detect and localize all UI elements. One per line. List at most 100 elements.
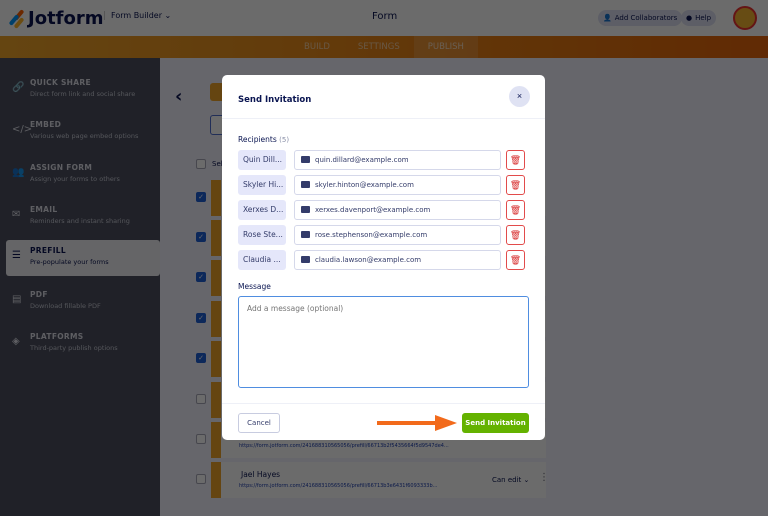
sidebar-item-assign-form[interactable]: 👥 ASSIGN FORM Assign your forms to others xyxy=(6,157,160,193)
close-button[interactable]: × xyxy=(509,86,530,107)
form-builder-label: Form Builder xyxy=(111,11,162,20)
delete-recipient-button[interactable]: 🗑 xyxy=(506,250,525,270)
jotform-logo[interactable]: Jotform xyxy=(8,8,104,29)
delete-recipient-button[interactable]: 🗑 xyxy=(506,150,525,170)
recipient-row: Claudia ... claudia.lawson@example.com 🗑 xyxy=(238,250,530,270)
recipient-row: Xerxes D... xerxes.davenport@example.com… xyxy=(238,200,530,220)
recipient-name-chip: Xerxes D... xyxy=(238,200,286,220)
sidebar-item-pdf[interactable]: ▤ PDF Download fillable PDF xyxy=(6,284,160,320)
prefill-link[interactable]: https://form.jotform.com/241688310565056… xyxy=(239,483,437,489)
sidebar-item-prefill[interactable]: ☰ PREFILL Pre-populate your forms xyxy=(6,240,160,276)
permission-label: Can edit xyxy=(492,476,522,484)
users-icon: 👥 xyxy=(12,167,25,178)
row-checkbox[interactable]: ✓ xyxy=(196,232,206,242)
sidebar-item-embed[interactable]: </> EMBED Various web page embed options xyxy=(6,114,160,150)
recipient-email: skyler.hinton@example.com xyxy=(315,181,414,189)
recipients-label-text: Recipients xyxy=(238,135,277,144)
sidebar-item-email[interactable]: ✉ EMAIL Reminders and instant sharing xyxy=(6,199,160,235)
recipient-email-field[interactable]: quin.dillard@example.com xyxy=(294,150,501,170)
add-collaborators-label: Add Collaborators xyxy=(614,14,678,22)
form-title: Form xyxy=(372,11,398,22)
recipient-email: claudia.lawson@example.com xyxy=(315,256,422,264)
sidebar-item-title: EMBED xyxy=(30,120,62,129)
trash-icon: 🗑 xyxy=(509,230,522,240)
row-checkbox[interactable]: ✓ xyxy=(196,192,206,202)
sidebar-item-title: PDF xyxy=(30,290,48,299)
kebab-menu-icon[interactable]: ⋮ xyxy=(539,472,549,483)
recipient-email-field[interactable]: rose.stephenson@example.com xyxy=(294,225,501,245)
cancel-button[interactable]: Cancel xyxy=(238,413,280,433)
row-checkbox[interactable]: ✓ xyxy=(196,313,206,323)
message-label: Message xyxy=(238,282,271,291)
send-invitation-modal: Send Invitation × Recipients (5) Quin Di… xyxy=(222,75,545,440)
builder-tabs: BUILD SETTINGS PUBLISH xyxy=(0,36,768,58)
envelope-icon xyxy=(301,206,310,213)
row-checkbox[interactable]: ✓ xyxy=(196,353,206,363)
recipient-email: xerxes.davenport@example.com xyxy=(315,206,431,214)
recipient-name-chip: Claudia ... xyxy=(238,250,286,270)
sidebar-item-platforms[interactable]: ◈ PLATFORMS Third-party publish options xyxy=(6,326,160,362)
trash-icon: 🗑 xyxy=(509,205,522,215)
chevron-down-icon: ⌄ xyxy=(164,11,172,20)
message-textarea[interactable] xyxy=(238,296,529,388)
delete-recipient-button[interactable]: 🗑 xyxy=(506,225,525,245)
sidebar-item-desc: Download fillable PDF xyxy=(30,302,101,310)
recipient-email-field[interactable]: claudia.lawson@example.com xyxy=(294,250,501,270)
delete-recipient-button[interactable]: 🗑 xyxy=(506,175,525,195)
sidebar-item-desc: Assign your forms to others xyxy=(30,175,120,183)
envelope-icon xyxy=(301,256,310,263)
layers-icon: ◈ xyxy=(12,336,20,347)
avatar[interactable] xyxy=(733,6,757,30)
tab-build[interactable]: BUILD xyxy=(290,36,344,58)
arrow-pointer-icon xyxy=(377,415,457,431)
envelope-icon: ✉ xyxy=(12,209,21,220)
sidebar-item-title: PREFILL xyxy=(30,246,66,255)
recipient-row: Rose Ste... rose.stephenson@example.com … xyxy=(238,225,530,245)
envelope-icon xyxy=(301,181,310,188)
recipient-email: rose.stephenson@example.com xyxy=(315,231,428,239)
sidebar-item-title: ASSIGN FORM xyxy=(30,163,93,172)
user-icon: 👤 xyxy=(603,14,612,22)
list-item: Jael Hayes https://form.jotform.com/2416… xyxy=(211,462,549,498)
sidebar-item-desc: Third-party publish options xyxy=(30,344,118,352)
row-checkbox[interactable] xyxy=(196,434,206,444)
modal-title: Send Invitation xyxy=(238,95,312,105)
recipient-email-field[interactable]: xerxes.davenport@example.com xyxy=(294,200,501,220)
tab-settings[interactable]: SETTINGS xyxy=(344,36,414,58)
back-chevron-icon[interactable]: ‹ xyxy=(175,86,182,107)
help-button[interactable]: ● Help xyxy=(681,10,717,26)
prefill-icon: ☰ xyxy=(12,250,21,261)
add-collaborators-button[interactable]: 👤 Add Collaborators xyxy=(598,10,683,26)
row-checkbox[interactable] xyxy=(196,394,206,404)
delete-recipient-button[interactable]: 🗑 xyxy=(506,200,525,220)
sidebar-item-title: QUICK SHARE xyxy=(30,78,91,87)
sidebar-item-desc: Pre-populate your forms xyxy=(30,258,109,266)
row-checkbox[interactable] xyxy=(196,474,206,484)
recipients-label: Recipients (5) xyxy=(238,135,289,144)
recipient-name-chip: Skyler Hi... xyxy=(238,175,286,195)
sidebar-item-desc: Direct form link and social share xyxy=(30,90,136,98)
send-invitation-button[interactable]: Send Invitation xyxy=(462,413,529,433)
sidebar-item-quick-share[interactable]: 🔗 QUICK SHARE Direct form link and social … xyxy=(6,72,160,108)
recipient-name: Jael Hayes xyxy=(241,470,281,479)
recipient-email-field[interactable]: skyler.hinton@example.com xyxy=(294,175,501,195)
select-all-checkbox[interactable] xyxy=(196,159,206,169)
envelope-icon xyxy=(301,231,310,238)
permission-dropdown[interactable]: Can edit ⌄ xyxy=(492,476,529,484)
modal-footer-divider xyxy=(222,403,545,404)
trash-icon: 🗑 xyxy=(509,155,522,165)
recipient-name-chip: Rose Ste... xyxy=(238,225,286,245)
sidebar-item-title: PLATFORMS xyxy=(30,332,84,341)
help-label: Help xyxy=(695,14,712,22)
form-builder-dropdown[interactable]: Form Builder ⌄ xyxy=(104,11,171,20)
recipient-row: Skyler Hi... skyler.hinton@example.com 🗑 xyxy=(238,175,530,195)
prefill-link[interactable]: https://form.jotform.com/241688310565056… xyxy=(239,443,449,449)
recipient-name-chip: Quin Dill... xyxy=(238,150,286,170)
tab-publish[interactable]: PUBLISH xyxy=(413,36,478,58)
recipients-count: (5) xyxy=(279,136,290,144)
modal-header: Send Invitation × xyxy=(222,75,545,119)
pdf-icon: ▤ xyxy=(12,294,22,305)
help-icon: ● xyxy=(686,14,693,22)
row-checkbox[interactable]: ✓ xyxy=(196,272,206,282)
sidebar-item-title: EMAIL xyxy=(30,205,58,214)
